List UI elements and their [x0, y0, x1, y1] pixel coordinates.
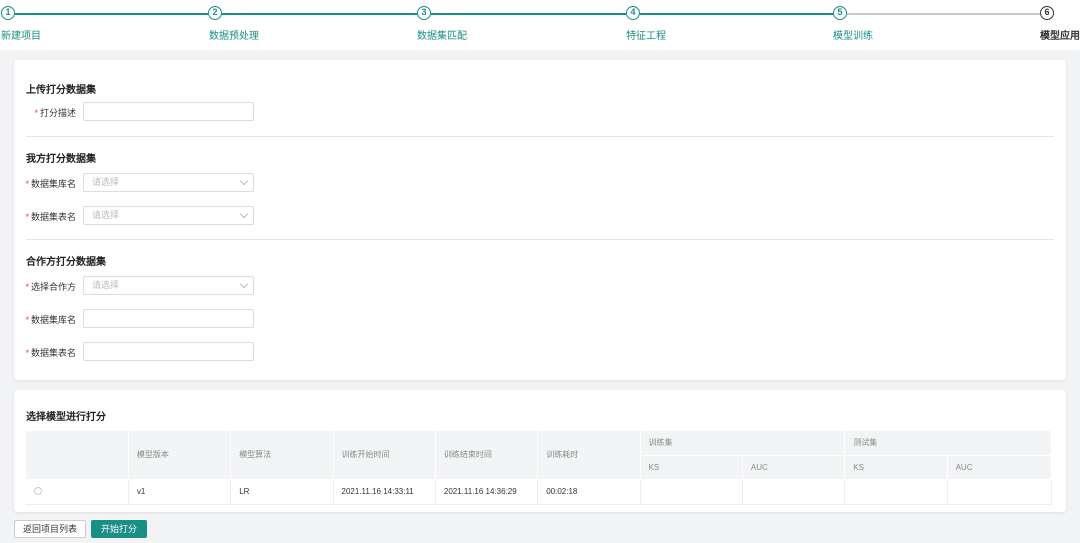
step-connector — [222, 13, 417, 15]
step-1-circle[interactable]: 1 — [1, 6, 15, 20]
step-3-circle[interactable]: 3 — [417, 6, 431, 20]
step-5-label[interactable]: 模型训练 — [833, 27, 873, 42]
cell-train-ks — [640, 479, 743, 505]
header-test-auc: AUC — [947, 455, 1053, 480]
header-algo: 模型算法 — [230, 431, 334, 480]
required-mark: * — [25, 179, 29, 189]
header-start: 训练开始时间 — [333, 431, 436, 480]
divider — [26, 239, 1054, 240]
header-train-ks: KS — [640, 455, 743, 480]
cell-end: 2021.11.16 14:36:29 — [435, 479, 539, 505]
header-test-ks: KS — [844, 455, 948, 480]
model-select-title: 选择模型进行打分 — [26, 412, 106, 423]
cell-test-ks — [844, 479, 948, 505]
partner-select[interactable]: 请选择 — [83, 276, 254, 295]
partner-table-label: * 数据集表名 — [25, 348, 76, 358]
header-duration: 训练耗时 — [537, 431, 641, 480]
step-connector — [15, 13, 208, 15]
partner-dataset-title: 合作方打分数据集 — [26, 257, 106, 268]
upload-section-title: 上传打分数据集 — [26, 85, 96, 96]
step-6-label[interactable]: 模型应用 — [1040, 27, 1080, 42]
chevron-down-icon — [239, 176, 249, 186]
step-1-label[interactable]: 新建项目 — [1, 27, 41, 42]
score-desc-label: * 打分描述 — [34, 108, 76, 118]
partner-select-label: * 选择合作方 — [25, 282, 76, 292]
header-test-set: 测试集 — [844, 431, 1052, 456]
required-mark: * — [25, 315, 29, 325]
our-db-select[interactable]: 请选择 — [83, 173, 254, 192]
our-table-label: * 数据集表名 — [25, 212, 76, 222]
cell-train-auc — [742, 479, 846, 505]
step-connector — [431, 13, 626, 15]
partner-db-label: * 数据集库名 — [25, 315, 76, 325]
our-db-label: * 数据集库名 — [25, 179, 76, 189]
cell-test-auc — [947, 479, 1053, 505]
divider — [26, 136, 1054, 137]
chevron-down-icon — [239, 209, 249, 219]
required-mark: * — [25, 348, 29, 358]
step-2-label[interactable]: 数据预处理 — [209, 27, 259, 42]
back-to-list-button[interactable]: 返回项目列表 — [14, 520, 86, 538]
radio-button[interactable] — [34, 486, 42, 495]
step-5-circle[interactable]: 5 — [833, 6, 847, 20]
header-version: 模型版本 — [128, 431, 232, 480]
start-scoring-button[interactable]: 开始打分 — [91, 520, 147, 538]
steps-bar: 1 新建项目 2 数据预处理 3 数据集匹配 4 特征工程 5 模型训练 6 模… — [0, 0, 1080, 50]
model-table: 模型版本 模型算法 训练开始时间 训练结束时间 训练耗时 训练集 测试集 KS … — [26, 431, 1053, 505]
cell-duration: 00:02:18 — [537, 479, 641, 505]
required-mark: * — [34, 108, 38, 118]
partner-table-input[interactable] — [83, 342, 254, 361]
header-end: 训练结束时间 — [435, 431, 539, 480]
required-mark: * — [25, 282, 29, 292]
step-connector — [640, 13, 833, 15]
our-table-select[interactable]: 请选择 — [83, 206, 254, 225]
cell-version: v1 — [128, 479, 232, 505]
step-3-label[interactable]: 数据集匹配 — [417, 27, 467, 42]
our-dataset-title: 我方打分数据集 — [26, 154, 96, 165]
step-2-circle[interactable]: 2 — [208, 6, 222, 20]
score-desc-input[interactable] — [83, 102, 254, 121]
cell-start: 2021.11.16 14:33:11 — [333, 479, 436, 505]
table-row[interactable]: v1 LR 2021.11.16 14:33:11 2021.11.16 14:… — [26, 479, 1053, 505]
partner-db-input[interactable] — [83, 309, 254, 328]
step-4-circle[interactable]: 4 — [626, 6, 640, 20]
header-train-auc: AUC — [742, 455, 846, 480]
header-radio — [26, 431, 129, 480]
model-select-card: 选择模型进行打分 模型版本 模型算法 训练开始时间 训练结束时间 训练耗时 训练… — [14, 390, 1066, 512]
dataset-form-card: 上传打分数据集 * 打分描述 我方打分数据集 * 数据集库名 请选择 * 数据集表名 … — [14, 60, 1066, 380]
header-train-set: 训练集 — [640, 431, 846, 456]
chevron-down-icon — [239, 279, 249, 289]
step-6-circle[interactable]: 6 — [1040, 6, 1054, 20]
cell-algo: LR — [230, 479, 334, 505]
step-connector — [847, 13, 1040, 15]
required-mark: * — [25, 212, 29, 222]
step-4-label[interactable]: 特征工程 — [626, 27, 666, 42]
row-radio-cell[interactable] — [26, 479, 129, 505]
